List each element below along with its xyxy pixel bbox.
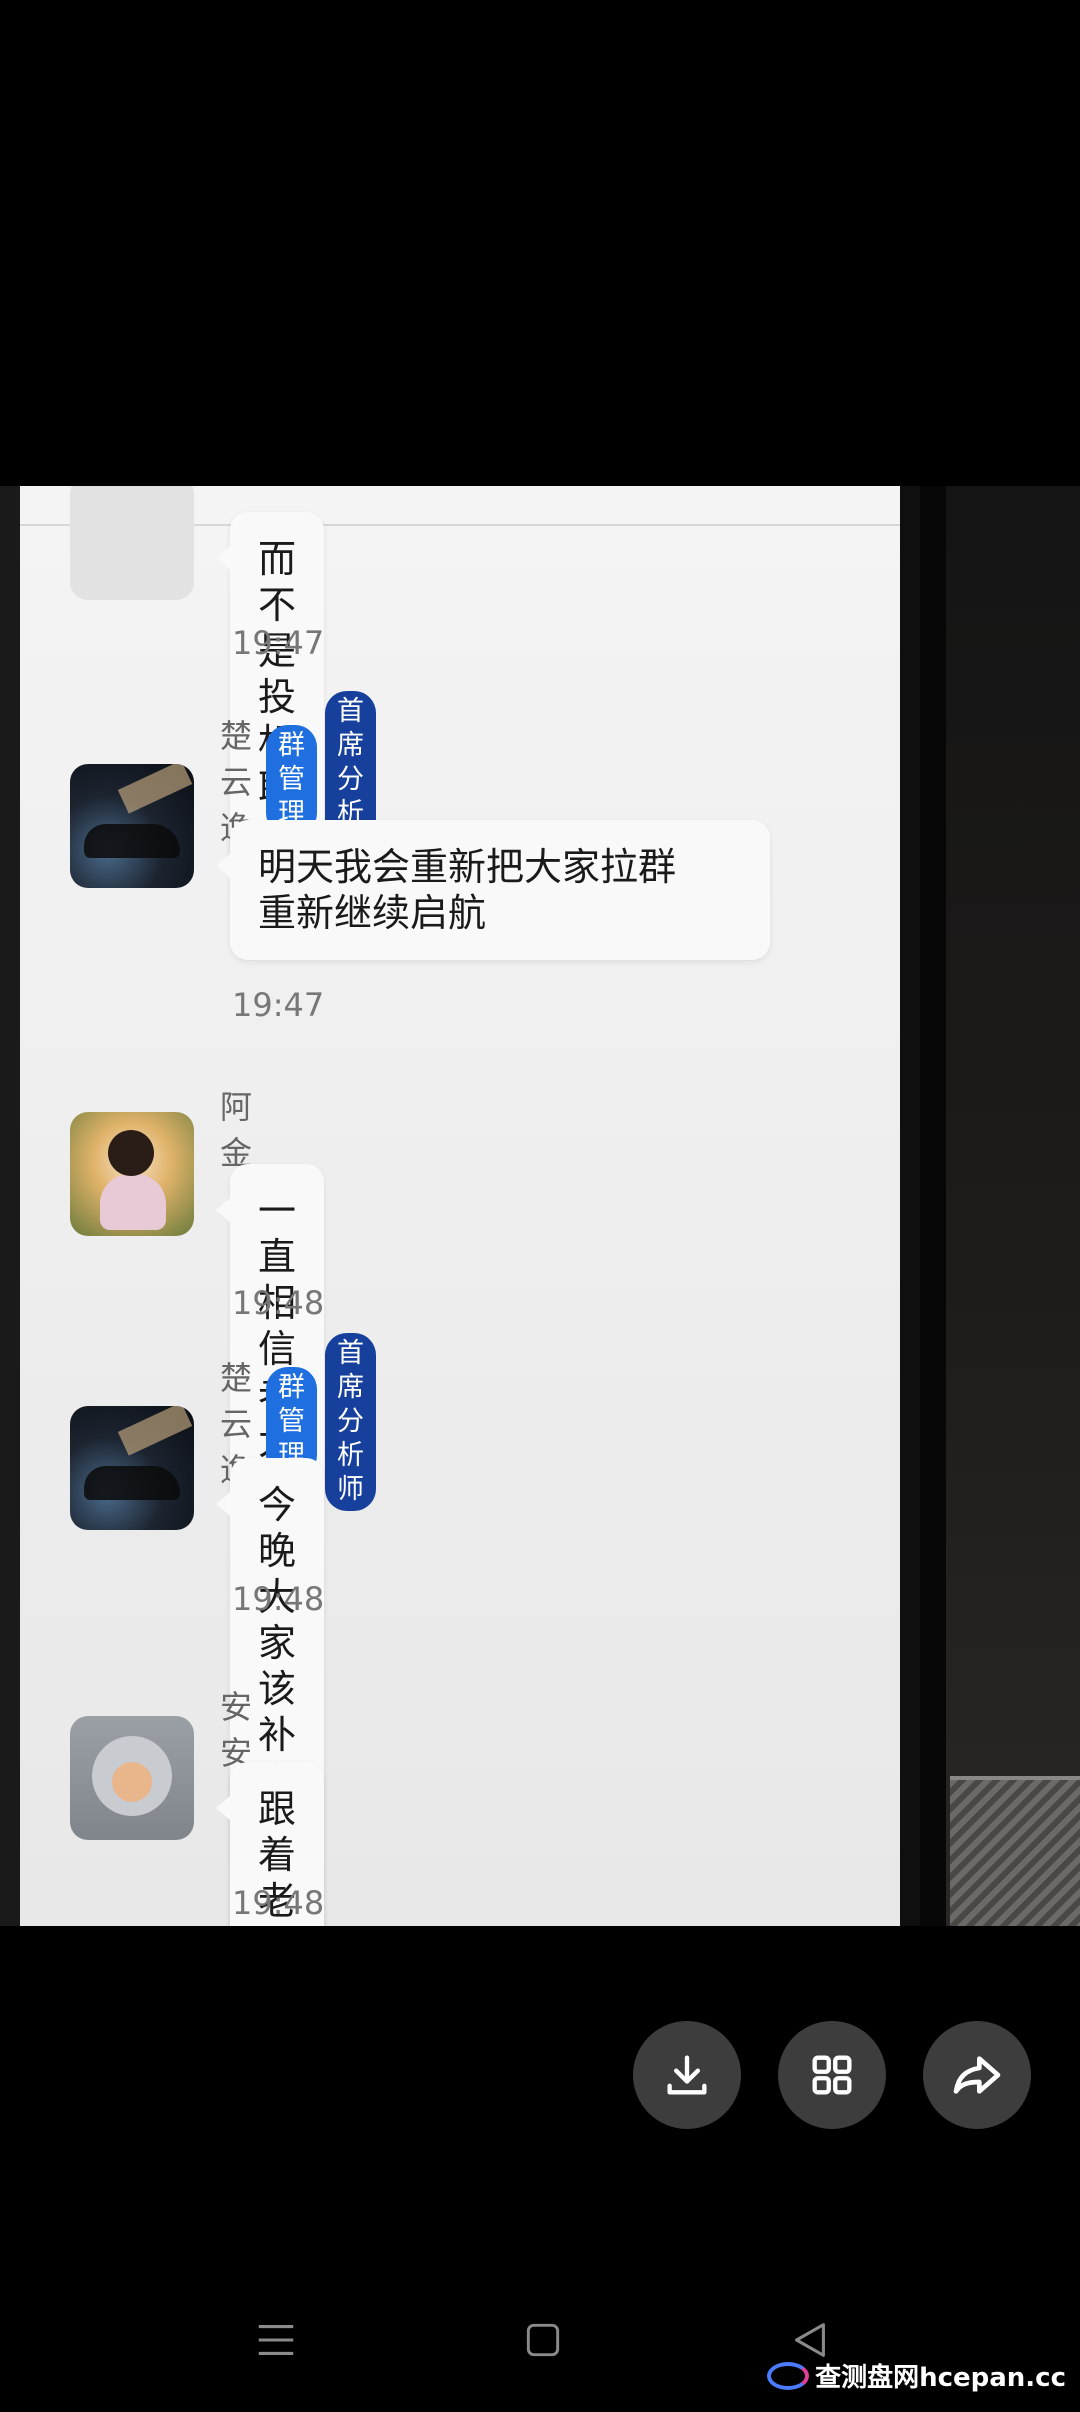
menu-icon: [258, 2325, 294, 2355]
analyst-badge: 首席分析师: [325, 1333, 377, 1511]
message-text-line: 重新继续启航: [258, 891, 487, 935]
avatar: [70, 1406, 194, 1530]
avatar: [70, 486, 194, 600]
message-time: 19:48: [232, 1884, 325, 1922]
message-time: 19:48: [232, 1580, 325, 1618]
avatar: [70, 1112, 194, 1236]
download-icon: [667, 2055, 707, 2095]
more-options-button[interactable]: [778, 2021, 886, 2129]
message-text-line: 明天我会重新把大家拉群: [258, 845, 677, 889]
home-square-icon: [526, 2323, 560, 2357]
message-time: 19:47: [232, 986, 325, 1024]
download-button[interactable]: [633, 2021, 741, 2129]
grid-icon: [812, 2055, 852, 2095]
background-device: [950, 1776, 1080, 1926]
recent-apps-button[interactable]: [246, 2310, 306, 2370]
sender-row: 楚云逸 群管理 首席分析师: [220, 691, 377, 869]
sender-row: 阿金: [220, 1088, 258, 1172]
avatar: [70, 764, 194, 888]
avatar: [70, 1716, 194, 1840]
sender-name: 安安: [220, 1688, 253, 1772]
home-button[interactable]: [513, 2310, 573, 2370]
watermark-logo-icon: [767, 2361, 810, 2390]
message-bubble: 明天我会重新把大家拉群 重新继续启航: [216, 820, 770, 960]
sender-name: 阿金: [220, 1088, 253, 1172]
message-time: 19:47: [232, 624, 325, 662]
share-button[interactable]: [923, 2021, 1031, 2129]
watermark: 查测盘网hcepan.cc: [767, 2357, 1066, 2394]
watermark-text: 查测盘网hcepan.cc: [815, 2363, 1066, 2393]
message-time: 19:48: [232, 1284, 325, 1322]
photo-viewer-image: 而不是投机取巧 19:47 楚云逸 群管理 首席分析师 明天我会重新把大家拉群 …: [0, 486, 1080, 1926]
photographed-chat-screen: 而不是投机取巧 19:47 楚云逸 群管理 首席分析师 明天我会重新把大家拉群 …: [20, 486, 900, 1926]
background-scene: [920, 486, 1080, 1926]
share-icon: [953, 2056, 1001, 2094]
phone-bezel: [920, 486, 946, 1926]
sender-row: 安安: [220, 1688, 258, 1772]
sender-row: 楚云逸 群管理 首席分析师: [220, 1333, 377, 1511]
admin-badge: 群管理: [266, 725, 318, 835]
